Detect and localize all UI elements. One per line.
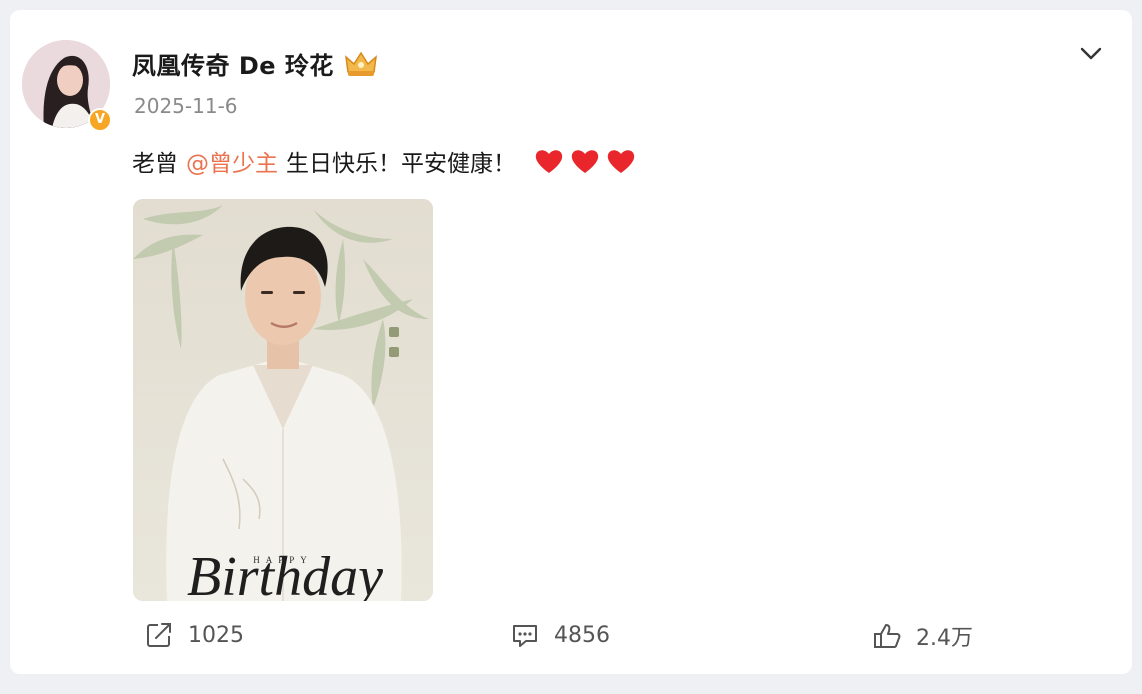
mention-link[interactable]: @曾少主	[186, 144, 278, 178]
red-heart-icon	[607, 150, 635, 173]
crown-icon	[344, 51, 378, 76]
image-caption: Birthday	[187, 546, 383, 601]
comment-bubble-icon	[513, 625, 537, 647]
like-button[interactable]: 2.4万	[872, 620, 973, 652]
post-text-suffix: 生日快乐！平安健康！	[286, 151, 516, 177]
comment-count: 4856	[554, 622, 610, 648]
chevron-down-icon[interactable]	[1078, 40, 1104, 66]
post-text: 老曾 @曾少主 生日快乐！平安健康！	[132, 144, 636, 178]
post-text-prefix: 老曾	[132, 151, 178, 177]
red-heart-icon	[571, 150, 599, 173]
forward-count: 1025	[188, 622, 244, 648]
post-image[interactable]: HAPPY Birthday	[133, 199, 433, 601]
share-forward-icon	[147, 623, 171, 647]
post-card: V 凤凰传奇 De 玲花 2025-11-6 老曾 @曾少主 生日快乐！平安健康…	[10, 10, 1132, 674]
red-heart-icon	[535, 150, 563, 173]
thumbs-up-icon	[874, 624, 901, 648]
author-name[interactable]: 凤凰传奇 De 玲花	[132, 46, 334, 81]
forward-button[interactable]: 1025	[144, 620, 244, 650]
post-timestamp[interactable]: 2025-11-6	[134, 94, 238, 118]
verified-badge-icon: V	[88, 108, 112, 132]
comment-button[interactable]: 4856	[510, 620, 610, 650]
like-count: 2.4万	[916, 626, 973, 651]
hearts	[534, 147, 636, 175]
